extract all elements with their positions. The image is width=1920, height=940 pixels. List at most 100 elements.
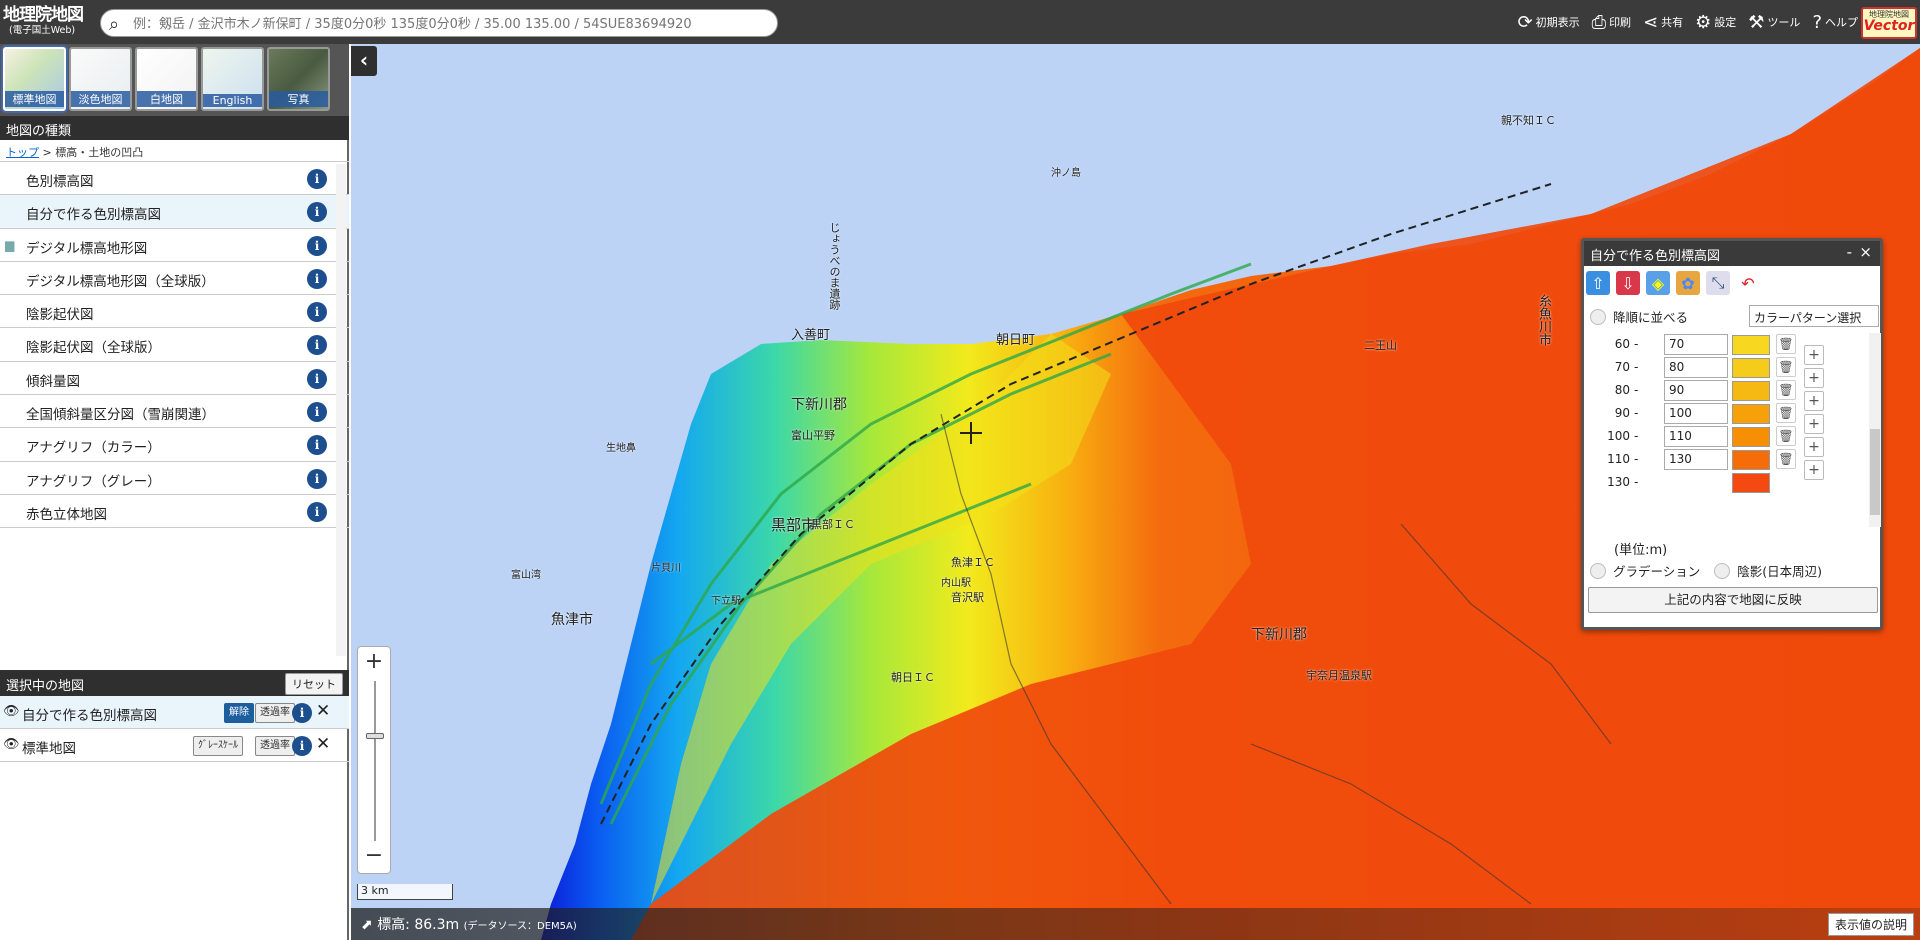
color-swatch[interactable]: [1732, 335, 1770, 355]
layer-item[interactable]: 自分で作る色別標高図 i: [0, 195, 349, 229]
close-icon[interactable]: ✕: [316, 701, 330, 721]
trash-icon[interactable]: 🗑: [1776, 449, 1796, 469]
search-icon[interactable]: ⌕: [109, 14, 119, 35]
layer-item[interactable]: アナグリフ（グレー） i: [0, 462, 349, 495]
settings-icon[interactable]: ✿: [1676, 271, 1700, 295]
color-swatch[interactable]: [1732, 427, 1770, 447]
layer-icon[interactable]: ◈: [1646, 271, 1670, 295]
zoom-track[interactable]: [374, 681, 376, 841]
zoom-in-button[interactable]: +: [358, 649, 390, 677]
toolbar-help-button[interactable]: ? ヘルプ: [1812, 12, 1858, 33]
toolbar-tools-button[interactable]: ⚒ ツール: [1748, 12, 1800, 33]
panel-scroll-thumb[interactable]: [1870, 429, 1880, 515]
upload-icon[interactable]: ⇧: [1586, 271, 1610, 295]
basemap-thumb-2[interactable]: 白地図: [135, 47, 198, 111]
shade-radio[interactable]: [1714, 562, 1731, 579]
layer-item[interactable]: 陰影起伏図（全球版） i: [0, 328, 349, 362]
layer-item[interactable]: 傾斜量図 i: [0, 362, 349, 396]
color-pattern-select[interactable]: カラーパターン選択: [1749, 305, 1879, 327]
zoom-slider-handle[interactable]: [366, 733, 384, 739]
color-swatch[interactable]: [1732, 404, 1770, 424]
basemap-thumb-1[interactable]: 淡色地図: [69, 47, 132, 111]
selected-row-standard-map[interactable]: 👁 標準地図 ｸﾞﾚｰｽｹｰﾙ 透過率 i ✕: [0, 729, 349, 762]
explain-button[interactable]: 表示値の説明: [1827, 913, 1914, 936]
toolbar-refresh-button[interactable]: ⟳ 初期表示: [1518, 12, 1580, 33]
layer-item[interactable]: デジタル標高地形図（全球版） i: [0, 262, 349, 296]
layer-item[interactable]: 全国傾斜量区分図（雪崩関連） i: [0, 395, 349, 429]
layer-item[interactable]: アナグリフ（カラー） i: [0, 428, 349, 462]
panel-scrollbar[interactable]: [1869, 333, 1881, 527]
selected-row-custom-elevation[interactable]: 👁 自分で作る色別標高図 解除 透過率 i ✕: [0, 696, 349, 729]
trash-icon[interactable]: 🗑: [1776, 357, 1796, 377]
range-high-input[interactable]: 80: [1664, 357, 1728, 378]
layer-item[interactable]: 色別標高図 i: [0, 162, 349, 196]
close-icon[interactable]: ✕: [316, 734, 330, 754]
toolbar-print-button[interactable]: ⎙ 印刷: [1592, 12, 1631, 33]
logo[interactable]: 地理院地図 (電子国土Web): [3, 7, 99, 36]
zoom-out-button[interactable]: −: [358, 843, 390, 871]
layer-item-label: 自分で作る色別標高図: [26, 207, 161, 224]
vector-button[interactable]: 地理院地図 Vector: [1861, 7, 1917, 39]
layer-item[interactable]: 陰影起伏図 i: [0, 295, 349, 329]
minimize-button[interactable]: -: [1847, 243, 1852, 261]
range-high-input[interactable]: 110: [1664, 426, 1728, 447]
basemap-thumb-3[interactable]: English: [201, 47, 264, 111]
collapse-panel-button[interactable]: ‹: [351, 46, 377, 76]
color-swatch[interactable]: [1732, 381, 1770, 401]
color-swatch[interactable]: [1732, 450, 1770, 470]
eye-icon[interactable]: 👁: [3, 737, 20, 752]
trash-icon[interactable]: 🗑: [1776, 426, 1796, 446]
info-icon[interactable]: i: [307, 302, 327, 323]
layer-item[interactable]: 赤色立体地図 i: [0, 495, 349, 529]
gradation-label: グラデーション: [1613, 564, 1701, 579]
apply-button[interactable]: 上記の内容で地図に反映: [1588, 587, 1878, 613]
layer-item[interactable]: ▆ デジタル標高地形図 i: [0, 229, 349, 262]
info-icon[interactable]: i: [307, 202, 327, 223]
reverse-radio[interactable]: [1590, 308, 1606, 325]
layer-list-scrollbar[interactable]: [336, 164, 346, 656]
place-label: じょうべのま遺跡: [828, 222, 841, 310]
opacity-button[interactable]: 透過率: [255, 703, 295, 723]
download-icon[interactable]: ⇩: [1616, 271, 1640, 295]
color-swatch[interactable]: [1732, 358, 1770, 378]
basemap-thumb-0[interactable]: 標準地図: [3, 47, 66, 111]
opacity-button[interactable]: 透過率: [255, 736, 295, 756]
info-icon[interactable]: i: [307, 468, 327, 489]
info-icon[interactable]: i: [292, 736, 312, 756]
reverse-order-option[interactable]: 降順に並べる: [1590, 307, 1688, 326]
range-high-input[interactable]: 90: [1664, 380, 1728, 401]
search-input[interactable]: [133, 14, 753, 34]
custom-elevation-panel: 自分で作る色別標高図 - × ⇧ ⇩ ◈ ✿ ⤡ ↶ 降順に並べる カラーパター…: [1581, 238, 1883, 630]
undo-icon[interactable]: ↶: [1736, 271, 1760, 295]
eye-icon[interactable]: 👁: [3, 704, 20, 719]
info-icon[interactable]: i: [307, 335, 327, 356]
place-label: 下立駅: [711, 596, 741, 607]
reset-button[interactable]: リセット: [285, 673, 343, 695]
color-swatch[interactable]: [1732, 473, 1770, 493]
toolbar-share-button[interactable]: ⋖ 共有: [1643, 12, 1683, 33]
range-high-input[interactable]: 100: [1664, 403, 1728, 424]
info-icon[interactable]: i: [307, 435, 327, 456]
info-icon[interactable]: i: [307, 368, 327, 389]
grayscale-button[interactable]: ｸﾞﾚｰｽｹｰﾙ: [193, 736, 243, 756]
info-icon[interactable]: i: [292, 703, 312, 723]
trash-icon[interactable]: 🗑: [1776, 334, 1796, 354]
info-icon[interactable]: i: [307, 501, 327, 522]
info-icon[interactable]: i: [307, 268, 327, 289]
remove-button[interactable]: 解除: [224, 703, 254, 723]
toolbar-gear-button[interactable]: ⚙ 設定: [1695, 12, 1736, 33]
info-icon[interactable]: i: [307, 402, 327, 423]
breadcrumb-top-link[interactable]: トップ: [6, 146, 39, 159]
trash-icon[interactable]: 🗑: [1776, 380, 1796, 400]
close-button[interactable]: ×: [1859, 243, 1872, 261]
trash-icon[interactable]: 🗑: [1776, 403, 1796, 423]
gradation-radio[interactable]: [1590, 562, 1606, 579]
basemap-thumb-4[interactable]: 写真: [267, 47, 330, 111]
pick-icon[interactable]: ⤡: [1706, 271, 1730, 295]
basemap-label: 淡色地図: [71, 91, 130, 107]
range-high-input[interactable]: 70: [1664, 334, 1728, 355]
range-high-input[interactable]: 130: [1664, 449, 1728, 470]
info-icon[interactable]: i: [307, 169, 327, 189]
info-icon[interactable]: i: [307, 235, 327, 256]
arrow-icon[interactable]: ⬈: [361, 917, 373, 933]
